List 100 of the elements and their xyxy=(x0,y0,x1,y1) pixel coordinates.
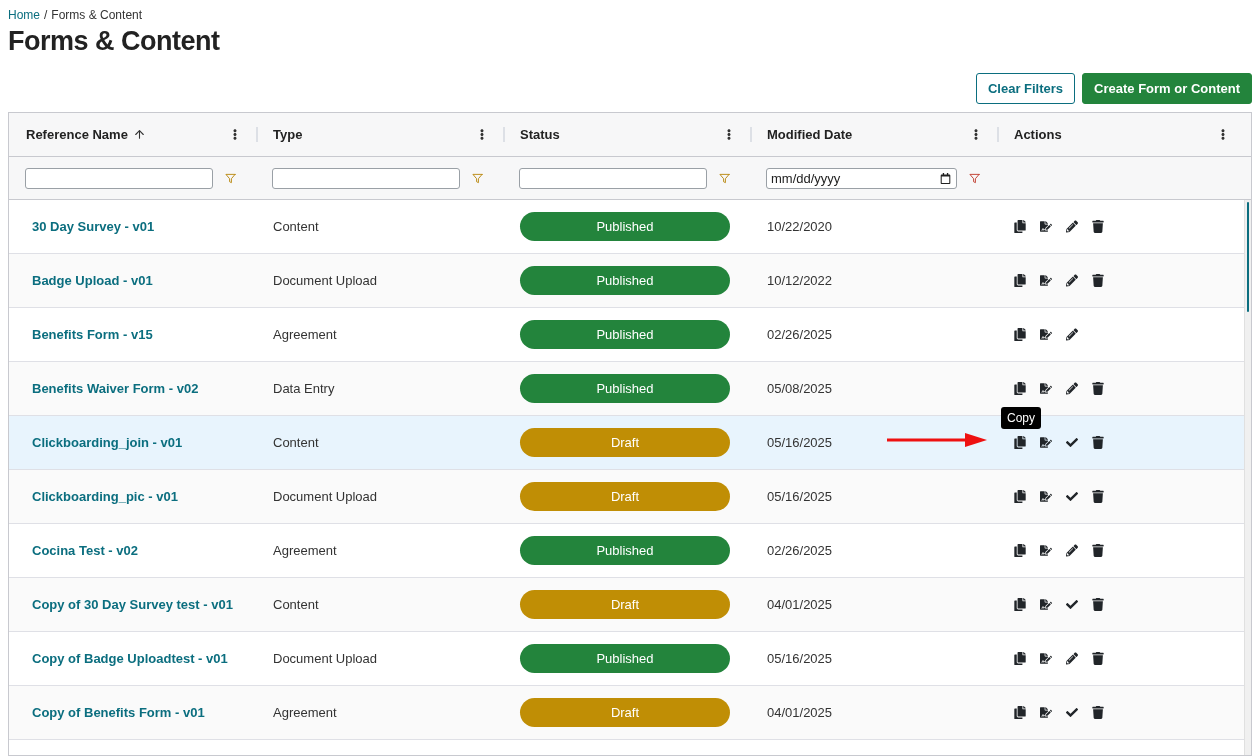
document-pen-icon[interactable] xyxy=(1040,652,1052,665)
pencil-icon[interactable] xyxy=(1066,274,1078,287)
scrollbar[interactable] xyxy=(1244,200,1251,755)
column-header[interactable]: Status xyxy=(520,127,560,142)
filter-icon[interactable] xyxy=(719,172,730,184)
copy-icon[interactable] xyxy=(1014,328,1026,341)
document-pen-icon[interactable] xyxy=(1040,706,1052,719)
trash-icon[interactable] xyxy=(1092,274,1104,287)
form-name-link[interactable]: 30 Day Survey - v01 xyxy=(32,219,155,234)
pencil-icon[interactable] xyxy=(1066,652,1078,665)
trash-icon[interactable] xyxy=(1092,436,1104,449)
column-menu-icon[interactable] xyxy=(477,129,487,140)
filter-input[interactable] xyxy=(519,167,707,189)
table-row[interactable]: Clickboarding_pic - v01 Document Upload Draft 05/16/2025 xyxy=(9,470,1244,524)
document-pen-icon[interactable] xyxy=(1040,220,1052,233)
status-badge: Published xyxy=(520,374,730,403)
filter-icon[interactable] xyxy=(472,172,483,184)
copy-icon[interactable] xyxy=(1014,598,1026,611)
modified-date: 05/16/2025 xyxy=(767,489,833,504)
trash-icon[interactable] xyxy=(1092,544,1104,557)
form-name-link[interactable]: Clickboarding_pic - v01 xyxy=(32,489,178,504)
document-pen-icon[interactable] xyxy=(1040,490,1052,503)
date-filter-field[interactable]: mm/dd/yyyy xyxy=(766,167,957,189)
type-text: Agreement xyxy=(273,705,337,720)
copy-icon[interactable] xyxy=(1014,220,1026,233)
document-pen-icon[interactable] xyxy=(1040,436,1052,449)
create-button[interactable]: Create Form or Content xyxy=(1082,73,1252,104)
trash-icon[interactable] xyxy=(1092,220,1104,233)
column-header[interactable]: Actions xyxy=(1014,127,1062,142)
filter-icon[interactable] xyxy=(969,172,980,184)
pencil-icon[interactable] xyxy=(1066,220,1078,233)
copy-icon[interactable] xyxy=(1014,382,1026,395)
scrollbar-thumb[interactable] xyxy=(1247,202,1249,312)
status-badge: Published xyxy=(520,320,730,349)
column-menu-icon[interactable] xyxy=(1218,129,1228,140)
table-row[interactable]: Copy of 30 Day Survey test - v01 Content Draft 04/01/2025 xyxy=(9,578,1244,632)
type-text: Agreement xyxy=(273,327,337,342)
trash-icon[interactable] xyxy=(1092,652,1104,665)
document-pen-icon[interactable] xyxy=(1040,382,1052,395)
table-row[interactable]: Copy of Benefits Form - v01 Agreement Draft 04/01/2025 xyxy=(9,686,1244,740)
column-menu-icon[interactable] xyxy=(230,129,240,140)
type-text: Document Upload xyxy=(273,651,378,666)
document-pen-icon[interactable] xyxy=(1040,328,1052,341)
type-text: Content xyxy=(273,435,319,450)
document-pen-icon[interactable] xyxy=(1040,598,1052,611)
pencil-icon[interactable] xyxy=(1066,544,1078,557)
form-name-link[interactable]: Badge Upload - v01 xyxy=(32,273,153,288)
trash-icon[interactable] xyxy=(1092,706,1104,719)
modified-date: 05/08/2025 xyxy=(767,381,833,396)
check-icon[interactable] xyxy=(1066,598,1078,611)
sort-arrow-up-icon[interactable] xyxy=(132,128,146,141)
copy-icon[interactable] xyxy=(1014,490,1026,503)
modified-date: 05/16/2025 xyxy=(767,435,833,450)
copy-icon[interactable] xyxy=(1014,706,1026,719)
clear-filters-button[interactable]: Clear Filters xyxy=(975,73,1076,104)
copy-icon[interactable] xyxy=(1014,274,1026,287)
filter-input[interactable] xyxy=(272,167,460,189)
form-name-link[interactable]: Copy of Benefits Form - v01 xyxy=(32,705,205,720)
filter-input[interactable] xyxy=(25,167,213,189)
form-name-link[interactable]: Benefits Waiver Form - v02 xyxy=(32,381,199,396)
form-name-link[interactable]: Cocina Test - v02 xyxy=(32,543,138,558)
check-icon[interactable] xyxy=(1066,706,1078,719)
pencil-icon[interactable] xyxy=(1066,328,1078,341)
modified-date: 10/12/2022 xyxy=(767,273,833,288)
breadcrumb-current: Forms & Content xyxy=(51,8,143,22)
column-menu-icon[interactable] xyxy=(971,129,981,140)
copy-icon[interactable] xyxy=(1014,544,1026,557)
calendar-icon[interactable] xyxy=(940,172,951,184)
copy-icon[interactable] xyxy=(1014,652,1026,665)
document-pen-icon[interactable] xyxy=(1040,274,1052,287)
table-row[interactable]: Badge Upload - v01 Document Upload Published 10/12/2022 xyxy=(9,254,1244,308)
column-header[interactable]: Reference Name xyxy=(26,127,128,142)
type-text: Agreement xyxy=(273,543,337,558)
form-name-link[interactable]: Copy of 30 Day Survey test - v01 xyxy=(32,597,233,612)
column-header[interactable]: Type xyxy=(273,127,303,142)
status-badge: Published xyxy=(520,536,730,565)
trash-icon[interactable] xyxy=(1092,598,1104,611)
form-name-link[interactable]: Copy of Badge Uploadtest - v01 xyxy=(32,651,228,666)
tooltip: Copy xyxy=(1001,407,1041,429)
modified-date: 04/01/2025 xyxy=(767,597,833,612)
check-icon[interactable] xyxy=(1066,436,1078,449)
column-menu-icon[interactable] xyxy=(724,129,734,140)
status-badge: Published xyxy=(520,212,730,241)
status-badge: Draft xyxy=(520,698,730,727)
document-pen-icon[interactable] xyxy=(1040,544,1052,557)
pencil-icon[interactable] xyxy=(1066,382,1078,395)
trash-icon[interactable] xyxy=(1092,490,1104,503)
modified-date: 04/01/2025 xyxy=(767,705,833,720)
column-header[interactable]: Modified Date xyxy=(767,127,853,142)
form-name-link[interactable]: Benefits Form - v15 xyxy=(32,327,153,342)
type-text: Document Upload xyxy=(273,273,378,288)
page-title: Forms & Content xyxy=(8,26,220,57)
modified-date: 02/26/2025 xyxy=(767,543,833,558)
type-text: Data Entry xyxy=(273,381,335,396)
trash-icon[interactable] xyxy=(1092,382,1104,395)
form-name-link[interactable]: Clickboarding_join - v01 xyxy=(32,435,183,450)
filter-icon[interactable] xyxy=(225,172,236,184)
breadcrumb-link[interactable]: Home xyxy=(8,8,40,22)
status-badge: Published xyxy=(520,644,730,673)
check-icon[interactable] xyxy=(1066,490,1078,503)
